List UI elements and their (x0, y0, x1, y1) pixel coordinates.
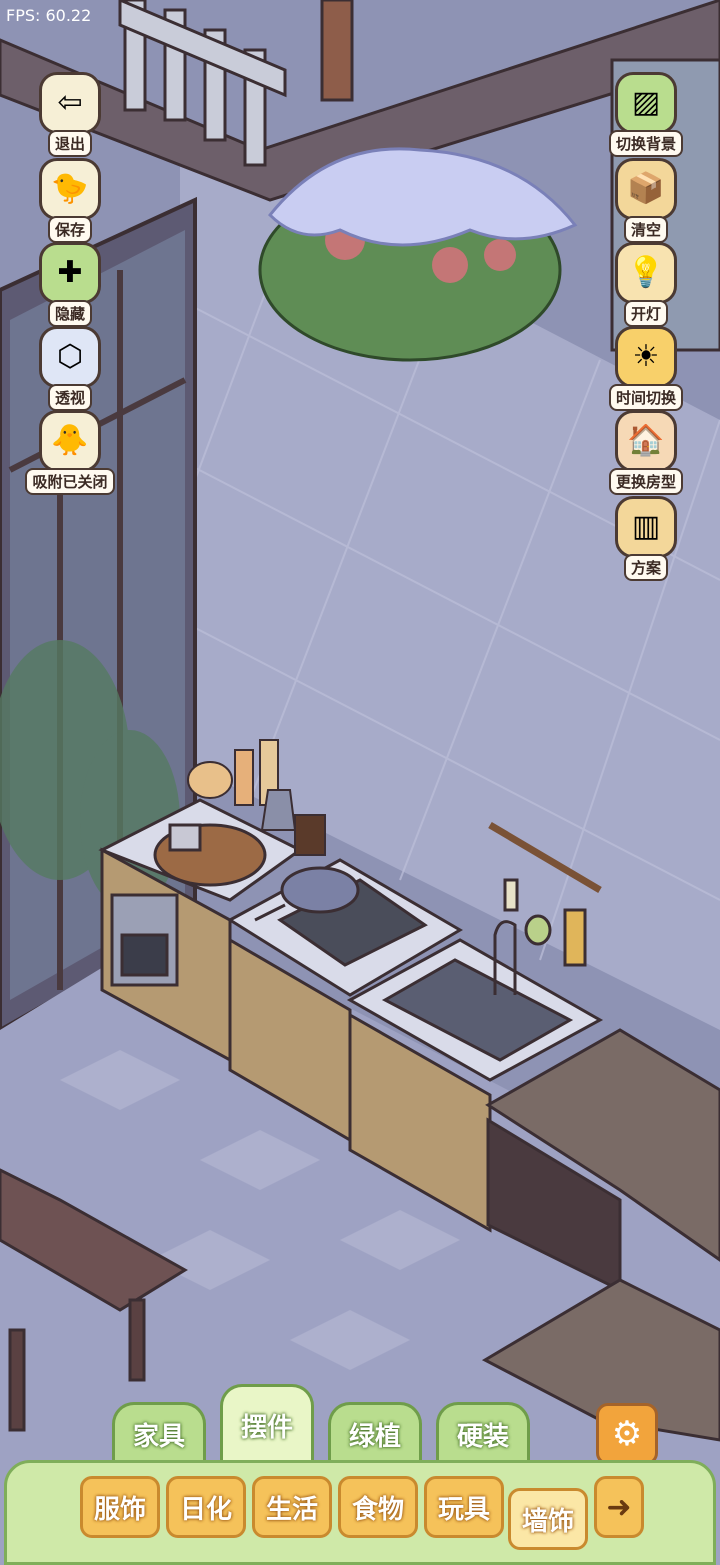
hide-label: 隐藏 (47, 300, 92, 327)
snap-label: 吸附已关闭 (25, 468, 115, 495)
category-toys[interactable]: 玩具 (424, 1476, 504, 1538)
gear-icon: ⚙ (611, 1414, 643, 1454)
save-label: 保存 (47, 216, 92, 243)
light-icon: 💡 (615, 242, 677, 304)
tab-hardware[interactable]: 硬装 (436, 1402, 530, 1464)
category-living[interactable]: 生活 (252, 1476, 332, 1538)
chick-save-icon: 🐤 (39, 158, 101, 220)
time-switch-button[interactable]: ☀ 时间切换 (598, 326, 694, 411)
next-category-button[interactable]: ➜ (594, 1476, 644, 1538)
snap-chicks-icon: 🐥 (39, 410, 101, 472)
category-wall-decor[interactable]: 墙饰 (508, 1488, 588, 1550)
category-clothing[interactable]: 服饰 (80, 1476, 160, 1538)
save-button[interactable]: 🐤 保存 (22, 158, 118, 243)
switch-background-icon: ▨ (615, 72, 677, 134)
fps-counter: FPS: 60.22 (6, 6, 92, 25)
island-counter (481, 1028, 720, 1442)
plan-label: 方案 (623, 554, 668, 581)
perspective-cube-icon: ⬡ (39, 326, 101, 388)
tab-decor[interactable]: 摆件 (220, 1384, 314, 1464)
perspective-button[interactable]: ⬡ 透视 (22, 326, 118, 411)
clear-label: 清空 (623, 216, 668, 243)
cutting-board (153, 823, 267, 887)
exit-button[interactable]: ⇦ 退出 (22, 72, 118, 157)
tab-plants[interactable]: 绿植 (328, 1402, 422, 1464)
pillar (320, 0, 354, 102)
switch-background-button[interactable]: ▨ 切换背景 (598, 72, 694, 157)
house-icon: 🏠 (615, 410, 677, 472)
light-button[interactable]: 💡 开灯 (598, 242, 694, 327)
category-toiletries[interactable]: 日化 (166, 1476, 246, 1538)
light-label: 开灯 (623, 300, 668, 327)
exit-icon: ⇦ (39, 72, 101, 134)
change-house-label: 更换房型 (608, 468, 683, 495)
clear-button[interactable]: 📦 清空 (598, 158, 694, 243)
snap-toggle-button[interactable]: 🐥 吸附已关闭 (18, 410, 122, 495)
perspective-label: 透视 (47, 384, 92, 411)
plan-button[interactable]: ▥ 方案 (598, 496, 694, 581)
tab-furniture[interactable]: 家具 (112, 1402, 206, 1464)
hide-button[interactable]: ✚ 隐藏 (22, 242, 118, 327)
category-food[interactable]: 食物 (338, 1476, 418, 1538)
hide-icon: ✚ (39, 242, 101, 304)
switch-background-label: 切换背景 (608, 130, 683, 157)
time-switch-label: 时间切换 (608, 384, 683, 411)
arrow-right-icon: ➜ (606, 1489, 632, 1525)
time-switch-icon: ☀ (615, 326, 677, 388)
plan-icon: ▥ (615, 496, 677, 558)
exit-label: 退出 (47, 130, 92, 157)
change-house-button[interactable]: 🏠 更换房型 (598, 410, 694, 495)
settings-gear-button[interactable]: ⚙ (596, 1403, 658, 1465)
clear-box-icon: 📦 (615, 158, 677, 220)
